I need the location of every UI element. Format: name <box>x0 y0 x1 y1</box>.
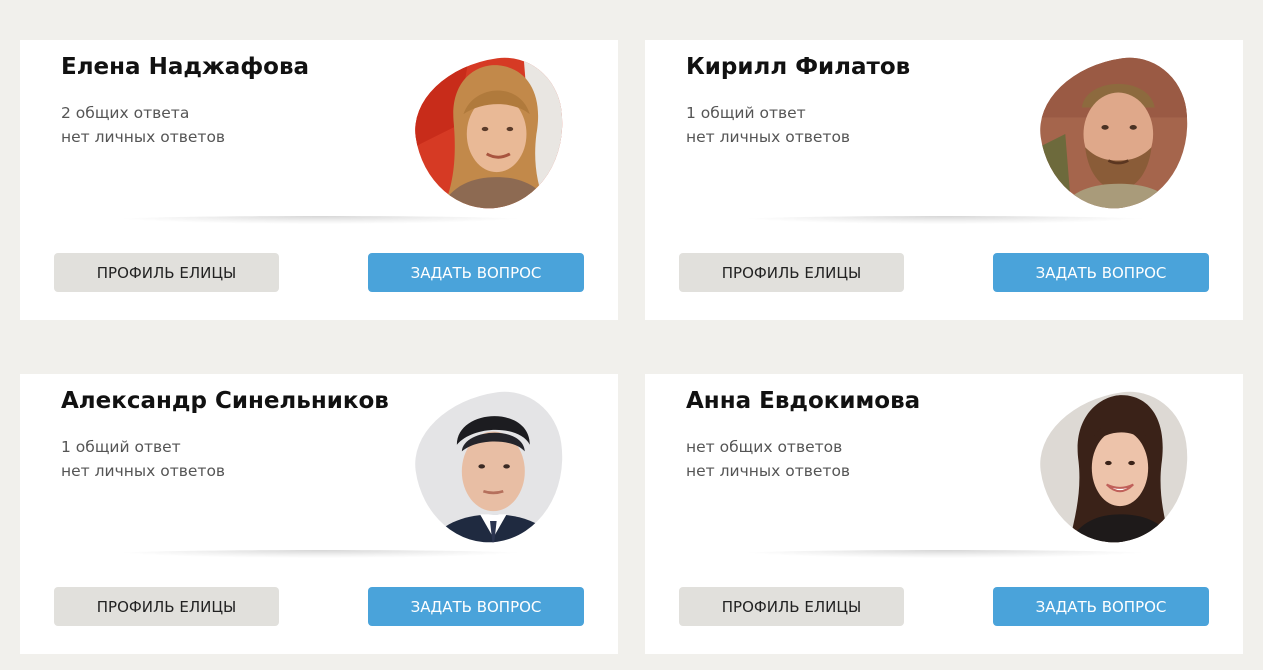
expert-card: Кирилл Филатов 1 общий ответ нет личных … <box>645 40 1243 320</box>
profile-button[interactable]: ПРОФИЛЬ ЕЛИЦЫ <box>679 587 904 626</box>
card-divider <box>110 216 530 224</box>
expert-avatar[interactable] <box>1031 384 1198 551</box>
expert-name: Анна Евдокимова <box>686 388 921 414</box>
card-divider <box>110 550 530 558</box>
expert-name: Кирилл Филатов <box>686 54 911 80</box>
expert-name: Александр Синельников <box>61 388 389 414</box>
profile-button[interactable]: ПРОФИЛЬ ЕЛИЦЫ <box>54 253 279 292</box>
common-answers-count: нет общих ответов <box>686 438 843 456</box>
expert-avatar[interactable] <box>1031 50 1198 217</box>
expert-card: Александр Синельников 1 общий ответ нет … <box>20 374 618 654</box>
ask-question-button[interactable]: ЗАДАТЬ ВОПРОС <box>368 587 584 626</box>
ask-question-button[interactable]: ЗАДАТЬ ВОПРОС <box>368 253 584 292</box>
card-divider <box>735 216 1155 224</box>
common-answers-count: 1 общий ответ <box>61 438 181 456</box>
personal-answers-count: нет личных ответов <box>686 128 851 146</box>
common-answers-count: 1 общий ответ <box>686 104 806 122</box>
common-answers-count: 2 общих ответа <box>61 104 190 122</box>
expert-card: Анна Евдокимова нет общих ответов нет ли… <box>645 374 1243 654</box>
card-divider <box>735 550 1155 558</box>
personal-answers-count: нет личных ответов <box>686 462 851 480</box>
ask-question-button[interactable]: ЗАДАТЬ ВОПРОС <box>993 587 1209 626</box>
personal-answers-count: нет личных ответов <box>61 462 226 480</box>
personal-answers-count: нет личных ответов <box>61 128 226 146</box>
expert-name: Елена Наджафова <box>61 54 310 80</box>
ask-question-button[interactable]: ЗАДАТЬ ВОПРОС <box>993 253 1209 292</box>
profile-button[interactable]: ПРОФИЛЬ ЕЛИЦЫ <box>54 587 279 626</box>
profile-button[interactable]: ПРОФИЛЬ ЕЛИЦЫ <box>679 253 904 292</box>
expert-card: Елена Наджафова 2 общих ответа нет личны… <box>20 40 618 320</box>
expert-avatar[interactable] <box>406 384 573 551</box>
expert-avatar[interactable] <box>406 50 573 217</box>
